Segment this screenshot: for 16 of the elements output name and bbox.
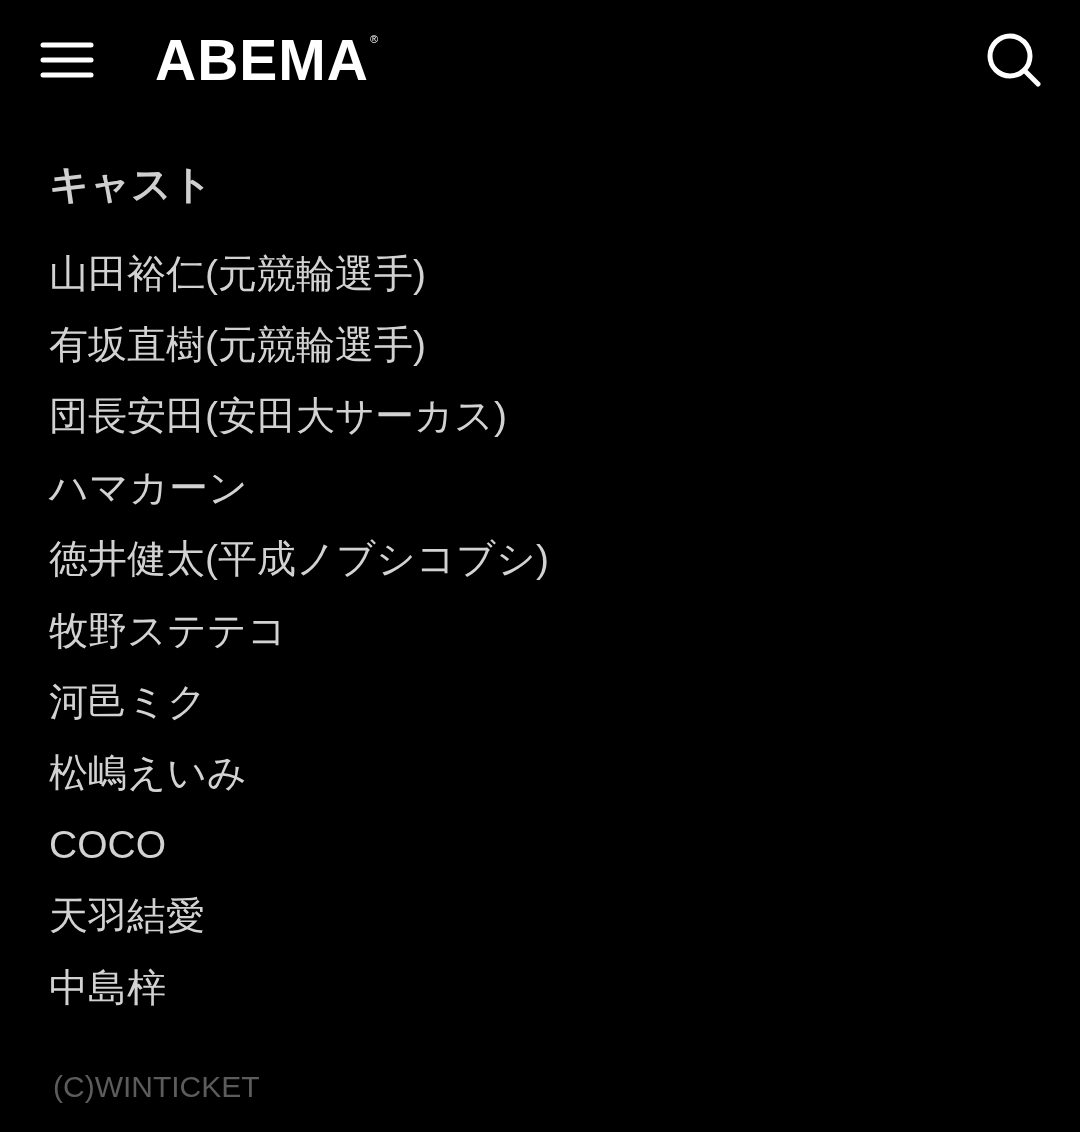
abema-logo[interactable]: ABEMA$^{®}$ [155,31,380,89]
cast-name: 河邑ミク [49,679,207,726]
cast-name: ハマカーン [49,464,248,511]
cast-name: 徳井健太(平成ノブシコブシ) [49,536,549,583]
cast-name: 天羽結愛 [49,893,205,940]
search-icon[interactable] [987,33,1041,87]
cast-name: 山田裕仁(元競輪選手) [49,250,426,297]
cast-name: 団長安田(安田大サーカス) [49,393,507,440]
copyright-text: (C)WINTICKET [53,1069,260,1106]
cast-name: 有坂直樹(元競輪選手) [49,322,426,369]
menu-icon[interactable] [40,42,94,78]
cast-name: 牧野ステテコ [49,607,287,654]
cast-name: 松嶋えいみ [49,750,247,797]
section-heading: キャスト [49,161,213,208]
cast-name: 中島梓 [49,964,166,1011]
cast-name: COCO [49,821,166,868]
